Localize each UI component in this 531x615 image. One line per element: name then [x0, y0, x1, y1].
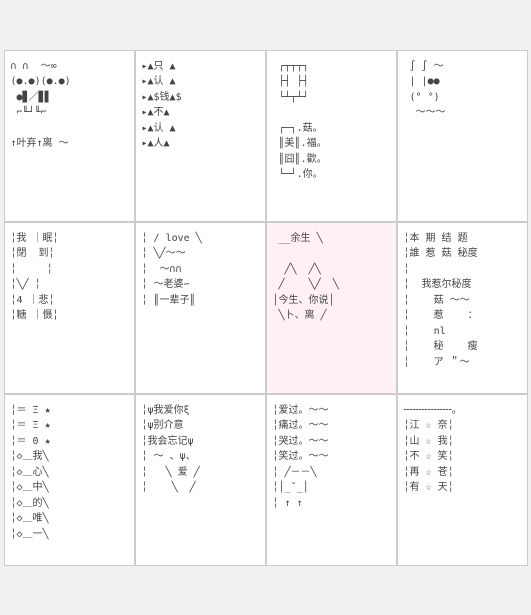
card-1: ∩ ∩ ～∞ (●.●)(●.●) ●▊／▊▋ ⌐╙┘╙⌐ ↑叶弃↑离 ～	[5, 51, 134, 221]
card-6: ╎ ∕ love ╲ ╎ ╲╱～～ ╎ ～∩∩ ╎ ～老婆∽ ╎ ║一辈子║	[136, 223, 265, 393]
card-4: ∫ ∫ ～ | |●● (° °) ～～～	[398, 51, 527, 221]
card-5: ╎我 ｜眠╎ ╎閉 到╎ ╎ ╎ ╎╲╱ ╎ ╎4 ｜悲╎ ╎糖 ｜慑╎	[5, 223, 134, 393]
card-10: ╎ψ我爱你ξ ╎ψ别介意 ╎我会忘记ψ ╎ ～ 、ψ、 ╎ ╲ 爱 ╱ ╎ ╲ …	[136, 395, 265, 565]
card-8: ╎本 期 结 题 ╎誰 惹 菇 秘度 ╎ ╎ 我惹尔秘度 ╎ 菇 ～～ ╎ 惹 …	[398, 223, 527, 393]
card-3: ┌┬┬┬┐ ├┤ ├┤ └┴┬┴┘ ┌─┐.菇。 ║美║.福。 ║囧║.歡。 └…	[267, 51, 396, 221]
card-12: ╌╌╌╌╌╌╌╌。 ╎江 ☆ 奈╎ ╎山 ☆ 我╎ ╎不 ☆ 笑╎ ╎再 ☆ 苍…	[398, 395, 527, 565]
card-11: ╎爱过。～～ ╎痛过。～～ ╎哭过。～～ ╎笑过。～～ ╎ ╱－－╲ ╎│_ˇ_…	[267, 395, 396, 565]
card-9: ╎＝ Ξ ★ ╎＝ Ξ ★ ╎＝ 0 ★ ╎◇＿我╲ ╎◇＿心╲ ╎◇＿中╲ ╎…	[5, 395, 134, 565]
main-grid: ∩ ∩ ～∞ (●.●)(●.●) ●▊／▊▋ ⌐╙┘╙⌐ ↑叶弃↑离 ～ ▸▲…	[4, 50, 528, 566]
card-2: ▸▲只 ▲ ▸▲认 ▲ ▸▲$钱▲$ ▸▲不▲ ▸▲认 ▲ ▸▲人▲	[136, 51, 265, 221]
card-7: __余生 ╲ ╱╲ ╱╲ ╱ ╲╱ ╲ │今生、你说│ ╲卜、离 ╱	[267, 223, 396, 393]
